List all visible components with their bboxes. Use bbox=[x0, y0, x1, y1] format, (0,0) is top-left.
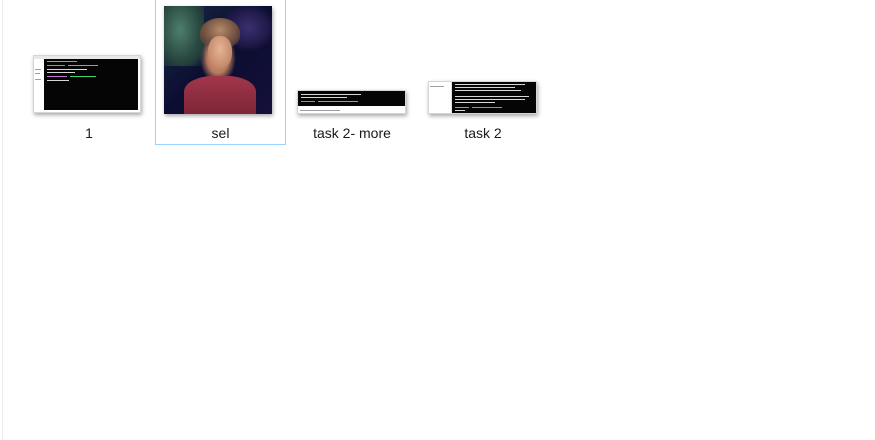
terminal-window bbox=[452, 82, 536, 113]
file-item-1[interactable]: 1 bbox=[24, 0, 154, 145]
photo-face bbox=[208, 36, 232, 68]
file-view-pane[interactable]: 1 sel task 2- more task 2 bbox=[0, 0, 875, 440]
photo-thumbnail bbox=[164, 6, 272, 114]
pane-divider bbox=[2, 0, 3, 440]
window-footer-text bbox=[300, 110, 340, 111]
file-name-label: task 2 bbox=[464, 125, 502, 141]
photo-plant bbox=[164, 6, 204, 66]
photo-shirt bbox=[184, 76, 256, 114]
file-name-label: 1 bbox=[85, 125, 93, 141]
file-thumbnail bbox=[297, 90, 406, 114]
file-item-task-2-more[interactable]: task 2- more bbox=[287, 0, 417, 145]
terminal-window bbox=[44, 59, 138, 110]
file-item-sel[interactable]: sel bbox=[155, 0, 286, 145]
terminal-window bbox=[298, 91, 405, 106]
window-sidebar bbox=[429, 82, 452, 113]
file-name-label: task 2- more bbox=[313, 125, 391, 141]
window-sidebar bbox=[34, 59, 43, 112]
file-thumbnail bbox=[428, 81, 537, 114]
file-thumbnail bbox=[33, 55, 141, 113]
file-name-label: sel bbox=[211, 125, 230, 141]
file-item-task-2[interactable]: task 2 bbox=[418, 0, 548, 145]
